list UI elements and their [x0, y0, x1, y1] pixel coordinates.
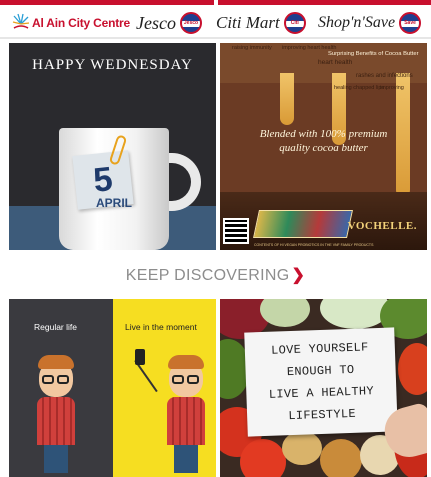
benefit-tag: Surprising Benefits of Cocoa Butter	[328, 51, 419, 57]
brand-jesco[interactable]: Jesco Jesco	[136, 10, 202, 36]
citi-mart-badge-icon: Citi	[283, 12, 306, 34]
section-heading-label: KEEP DISCOVERING	[125, 267, 290, 284]
regular-life-caption: Regular life	[34, 322, 77, 332]
page: Al Ain City Centre Jesco Jesco Citi Mart…	[0, 0, 431, 477]
fine-print: CONTENTS OF HI VEGAN PROBIOTICS IN THE V…	[254, 243, 374, 247]
benefit-tag: improving	[380, 85, 404, 91]
sunburst-logo-icon	[12, 13, 30, 29]
date-day: 5	[91, 159, 115, 200]
tile-live-in-the-moment[interactable]: Regular life Live in the moment	[9, 299, 216, 477]
drip-decoration	[280, 73, 294, 125]
quote-card: LOVE YOURSELF ENOUGH TO LIVE A HEALTHY L…	[244, 327, 398, 437]
tile-love-yourself[interactable]: LOVE YOURSELF ENOUGH TO LIVE A HEALTHY L…	[220, 299, 427, 477]
callout-line: quality cocoa butter	[279, 142, 368, 154]
brand-shop-n-save-label: Shop'n'Save	[318, 14, 396, 31]
qr-code-icon	[223, 218, 249, 244]
vegetable-decoration	[282, 431, 322, 465]
brand-citi-mart[interactable]: Citi Mart Citi	[216, 10, 306, 36]
benefit-tag: heart health	[318, 59, 353, 66]
shop-n-save-badge-icon: Save	[399, 12, 422, 34]
vegetable-decoration	[240, 439, 286, 477]
brand-jesco-label: Jesco	[136, 13, 176, 33]
quote-line: LIFESTYLE	[288, 406, 357, 424]
jesco-badge-icon: Jesco	[179, 12, 202, 34]
brand-shop-n-save[interactable]: Shop'n'Save Save	[318, 10, 422, 36]
brand-bar: Al Ain City Centre Jesco Jesco Citi Mart…	[0, 5, 431, 39]
quote-line: LIVE A HEALTHY	[268, 384, 375, 402]
tile-cocoa-butter[interactable]: raising immunity improving heart health …	[220, 43, 427, 250]
quote-line: LOVE YOURSELF	[270, 340, 369, 358]
benefit-tag: raising immunity	[232, 45, 272, 51]
cocoa-callout: Blended with 100% premium quality cocoa …	[220, 127, 427, 155]
vegetable-decoration	[320, 439, 362, 477]
brand-al-ain-city-centre[interactable]: Al Ain City Centre	[12, 10, 130, 36]
vegetable-decoration	[398, 343, 427, 395]
vochelle-logo: VOCHELLE.	[347, 220, 417, 232]
benefit-tag: healing chapped lips	[334, 85, 385, 91]
tile-headline: HAPPY WEDNESDAY	[32, 57, 193, 73]
chevron-right-icon: ❯	[291, 267, 306, 284]
keep-discovering-heading[interactable]: KEEP DISCOVERING ❯	[0, 265, 431, 285]
tile-happy-wednesday[interactable]: HAPPY WEDNESDAY 5 APRIL	[9, 43, 216, 250]
date-month: APRIL	[96, 196, 132, 210]
callout-line: Blended with 100% premium	[259, 128, 388, 140]
live-moment-caption: Live in the moment	[125, 322, 197, 332]
product-image	[253, 210, 353, 238]
benefit-tag: rashes and infections	[356, 73, 413, 79]
brand-citi-mart-label: Citi Mart	[216, 13, 280, 32]
brand-al-ain-label: Al Ain City Centre	[32, 16, 130, 30]
quote-line: ENOUGH TO	[286, 362, 355, 380]
phone-icon	[135, 349, 145, 365]
